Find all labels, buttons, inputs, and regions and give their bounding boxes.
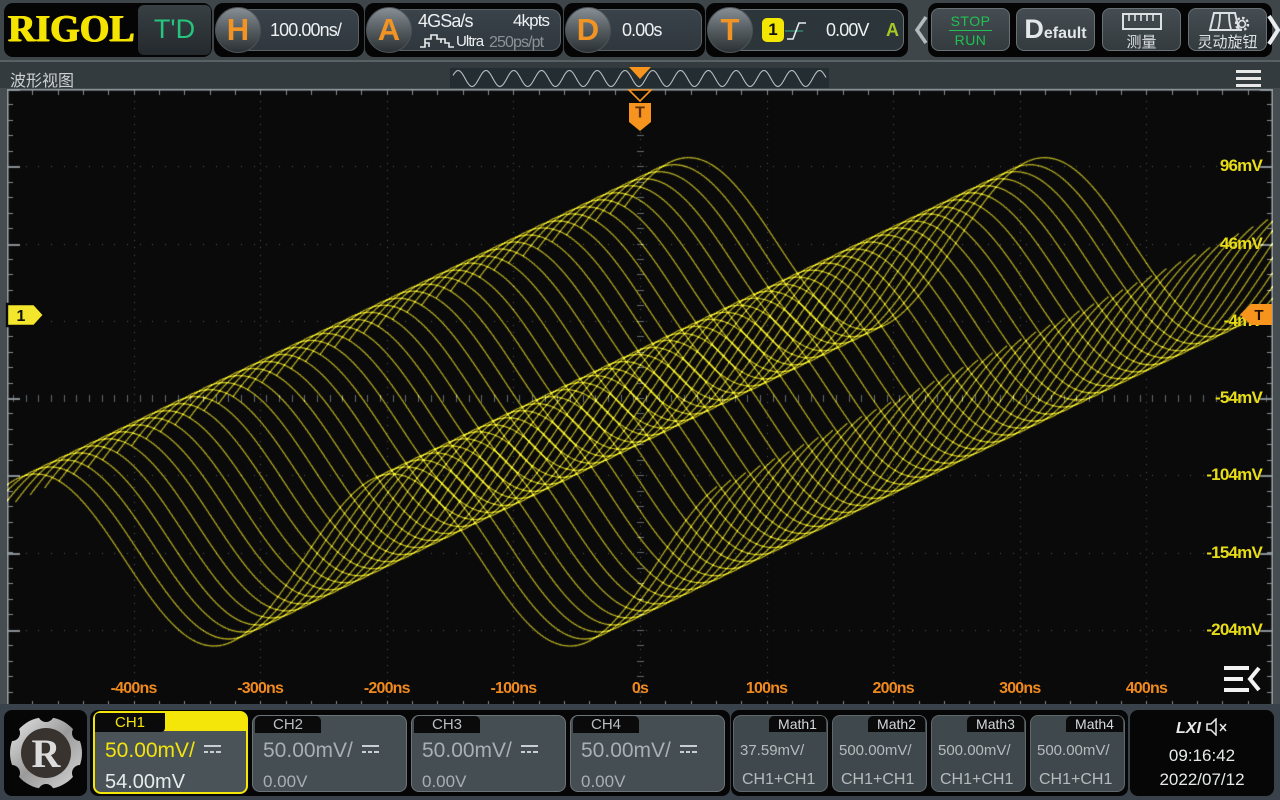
svg-text:T: T (1254, 307, 1263, 324)
svg-text:T: T (635, 105, 645, 122)
svg-text:1: 1 (17, 308, 26, 325)
svg-text:R: R (32, 731, 62, 776)
